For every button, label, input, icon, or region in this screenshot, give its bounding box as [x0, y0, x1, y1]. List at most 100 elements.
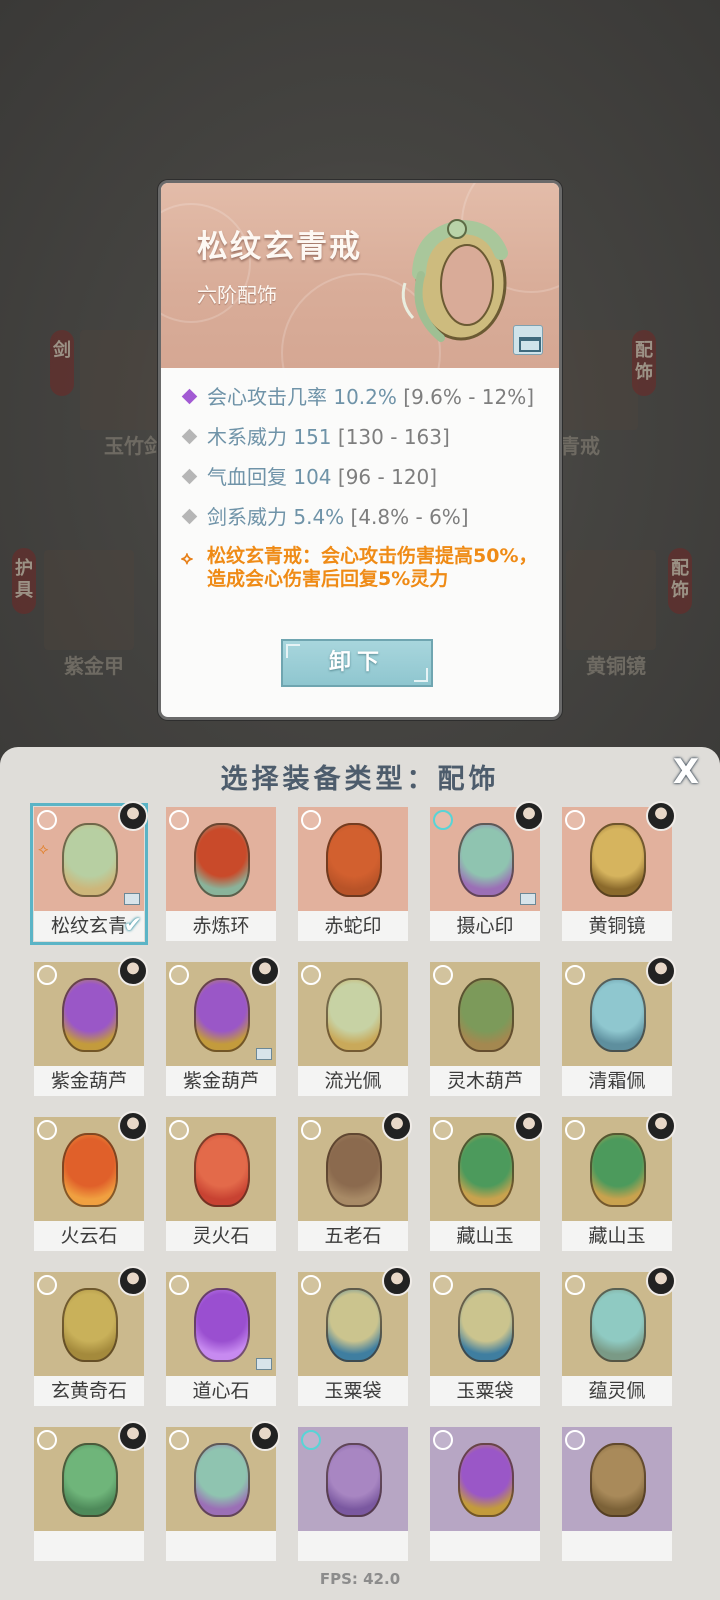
equipment-name: 蕴灵佩: [562, 1376, 672, 1406]
equipment-name: 藏山玉: [430, 1221, 540, 1251]
unequip-button[interactable]: 卸下: [281, 639, 433, 687]
equipment-name: 赤炼环: [166, 911, 276, 941]
storage-chest-icon[interactable]: [513, 325, 543, 355]
element-sigil-icon: [301, 810, 321, 830]
owner-avatar: [118, 1111, 148, 1141]
owner-avatar: [250, 956, 280, 986]
storage-chest-icon: [124, 893, 140, 905]
owner-avatar: [382, 1111, 412, 1141]
equipment-card[interactable]: 紫金葫芦: [166, 956, 280, 1096]
element-sigil-icon: [169, 1430, 189, 1450]
equipment-card[interactable]: 黄铜镜: [562, 801, 676, 941]
frost-pendant-icon: [590, 978, 646, 1052]
equipment-art: [430, 1272, 540, 1376]
equipment-art: [430, 1427, 540, 1531]
equipment-card[interactable]: 赤炼环: [166, 807, 276, 941]
stat-value: 5.4%: [293, 505, 345, 529]
jade-ring-icon: [401, 219, 508, 342]
equipment-card[interactable]: ⟡ 松纹玄青 ✔: [30, 801, 148, 945]
owner-avatar: [646, 801, 676, 831]
equipment-name: 灵火石: [166, 1221, 276, 1251]
equipment-card[interactable]: 玄黄奇石: [34, 1266, 148, 1406]
storage-chest-icon: [256, 1358, 272, 1370]
equipment-card[interactable]: 道心石: [166, 1272, 276, 1406]
stat-row: 剑系威力 5.4% [4.8% - 6%]: [179, 497, 549, 537]
bg-label: 玉竹剑: [104, 434, 164, 458]
stat-row: 气血回复 104 [96 - 120]: [179, 457, 549, 497]
equipment-card[interactable]: 摄心印: [430, 801, 544, 941]
element-sigil-icon: [433, 1430, 453, 1450]
purple-gourd-icon: [458, 1443, 514, 1517]
equipment-name: 黄铜镜: [562, 911, 672, 941]
gold-stone-icon: [62, 1288, 118, 1362]
equipment-name: 玉粟袋: [298, 1376, 408, 1406]
bg-tag: 剑: [50, 330, 74, 396]
equipment-card[interactable]: 清霜佩: [562, 956, 676, 1096]
equipment-card[interactable]: 五老石: [298, 1111, 412, 1251]
equipment-art: [430, 962, 540, 1066]
element-sigil-icon: [169, 1120, 189, 1140]
jade-carving-icon: [62, 1443, 118, 1517]
equipment-name: [34, 1531, 144, 1561]
equipment-name: [166, 1531, 276, 1561]
fps-counter: FPS: 42.0: [319, 1570, 401, 1588]
diamond-icon: [181, 388, 198, 405]
fire-stone-icon: [62, 1133, 118, 1207]
item-header: 松纹玄青戒 六阶配饰: [161, 183, 559, 433]
equipment-art: [166, 1272, 276, 1376]
equipment-card[interactable]: 紫金葫芦: [34, 956, 148, 1096]
storage-chest-icon: [256, 1048, 272, 1060]
equipment-card[interactable]: 赤蛇印: [298, 807, 408, 941]
equipment-card[interactable]: 灵火石: [166, 1117, 276, 1251]
equipment-card[interactable]: 灵木葫芦: [430, 962, 540, 1096]
green-gourd-icon: [458, 978, 514, 1052]
purple-vase-icon: [326, 1443, 382, 1517]
owner-avatar: [646, 1266, 676, 1296]
flame-stone-icon: [194, 1133, 250, 1207]
set-bonus-icon: ⟡: [38, 839, 49, 858]
equipment-card[interactable]: 藏山玉: [430, 1111, 544, 1251]
equipment-card[interactable]: 玉粟袋: [430, 1272, 540, 1406]
close-button[interactable]: X: [668, 755, 704, 791]
bg-slot-sword: [80, 330, 170, 430]
item-tier: 六阶配饰: [197, 283, 277, 307]
equipment-name: [430, 1531, 540, 1561]
equipment-card[interactable]: [562, 1427, 672, 1561]
swirl-pendant-icon: [326, 978, 382, 1052]
equipment-select-panel: 选择装备类型：配饰 X ⟡ 松纹玄青 ✔ 赤炼环 赤蛇印 摄心印 黄铜镜 紫金葫芦 紫金葫芦 流光…: [0, 747, 720, 1600]
equipment-name: 藏山玉: [562, 1221, 672, 1251]
equipment-card[interactable]: [34, 1421, 148, 1561]
equipment-card[interactable]: [166, 1421, 280, 1561]
stat-range: [96 - 120]: [337, 465, 438, 489]
bg-label: 紫金甲: [64, 654, 124, 678]
equipment-card[interactable]: [430, 1427, 540, 1561]
equipment-art: [298, 962, 408, 1066]
equipment-name: 流光佩: [298, 1066, 408, 1096]
bg-tag: 配饰: [632, 330, 656, 396]
stat-value: 104: [293, 465, 332, 489]
equipment-art: [298, 807, 408, 911]
purple-orb-icon: [194, 1288, 250, 1362]
equipment-card[interactable]: 火云石: [34, 1111, 148, 1251]
equipment-card[interactable]: 玉粟袋: [298, 1266, 412, 1406]
equipment-card[interactable]: 蕴灵佩: [562, 1266, 676, 1406]
stat-name: 木系威力: [207, 425, 287, 449]
item-detail-popup: 松纹玄青戒 六阶配饰 会心攻击几率 10.2% [9.6% - 12%] 木系威…: [158, 180, 562, 720]
equipment-card[interactable]: 流光佩: [298, 962, 408, 1096]
element-sigil-icon: [565, 1275, 585, 1295]
equipment-art: [166, 807, 276, 911]
equipment-card[interactable]: [298, 1427, 408, 1561]
stat-name: 会心攻击几率: [207, 385, 327, 409]
element-sigil-icon: [301, 1430, 321, 1450]
bronze-seal-icon: [590, 1443, 646, 1517]
stat-name: 气血回复: [207, 465, 287, 489]
element-sigil-icon: [565, 965, 585, 985]
elder-stone-icon: [326, 1133, 382, 1207]
equipment-name: 火云石: [34, 1221, 144, 1251]
spirit-pendant-icon: [590, 1288, 646, 1362]
equipment-art: [562, 1427, 672, 1531]
equipment-card[interactable]: 藏山玉: [562, 1111, 676, 1251]
element-sigil-icon: [565, 810, 585, 830]
owner-avatar: [514, 1111, 544, 1141]
herb-bag-icon: [326, 1288, 382, 1362]
